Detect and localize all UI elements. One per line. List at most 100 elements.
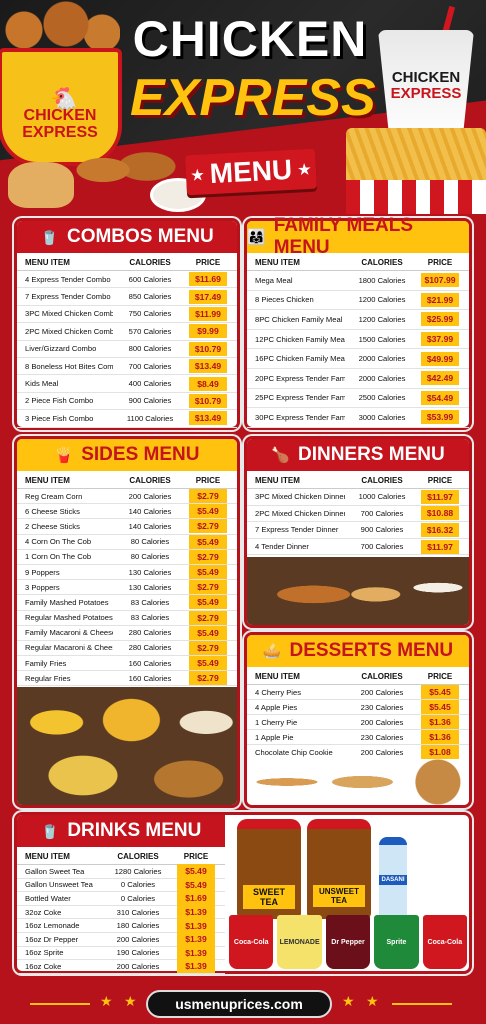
menu-row: Bottled Water 0 Calories $1.69 (17, 891, 225, 906)
item-calories: 83 Calories (130, 613, 170, 623)
item-price: $9.99 (189, 324, 227, 339)
item-price: $107.99 (421, 273, 459, 288)
menu-row: 3 Poppers 130 Calories $2.79 (17, 580, 237, 596)
item-price: $5.49 (189, 656, 227, 671)
item-calories: 200 Calories (360, 717, 404, 727)
star-icon: ★ (100, 993, 113, 1009)
menu-row: Liver/Gizzard Combo 800 Calories $10.79 (17, 341, 237, 358)
item-name: Kids Meal (25, 379, 59, 389)
item-name: 4 Corn On The Cob (25, 537, 92, 547)
item-price: $54.49 (421, 390, 459, 405)
item-name: 6 Cheese Sticks (25, 506, 80, 516)
item-name: 16oz Dr Pepper (25, 934, 79, 944)
menu-row: 1 Cherry Pie 200 Calories $1.36 (247, 715, 469, 730)
dinners-title: DINNERS MENU (297, 444, 445, 465)
item-calories: 750 Calories (128, 309, 172, 319)
menu-row: 30PC Express Tender Family Meal 3000 Calo… (247, 408, 469, 428)
item-name: Family Mashed Potatoes (25, 597, 109, 607)
item-calories: 1280 Calories (114, 866, 162, 876)
star-icon: ★ (342, 993, 355, 1009)
sides-food-image (17, 687, 237, 805)
price-cell: $42.49 (419, 371, 461, 386)
sides-panel: 🍟 SIDES MENU MENU ITEM CALORIES PRICE Reg C… (14, 436, 240, 808)
item-name: 1 Apple Pie (255, 732, 294, 742)
menu-row: Family Macaroni & Cheese 280 Calories $5.4… (17, 625, 237, 641)
drinks-panel: 🥤 DRINKS MENU MENU ITEM CALORIES PRICE Gall… (14, 812, 472, 974)
item-calories: 2500 Calories (358, 393, 406, 403)
item-name: 20PC Express Tender Family Meal (255, 373, 345, 383)
star-icon: ★ (366, 993, 379, 1009)
menu-row: 16oz Lemonade 180 Calories $1.39 (17, 918, 225, 933)
item-calories: 310 Calories (116, 907, 160, 917)
desserts-title: DESSERTS MENU (289, 640, 454, 661)
column-header-price: PRICE (427, 672, 453, 681)
item-calories: 570 Calories (128, 326, 172, 336)
price-cell: $5.49 (187, 656, 229, 671)
title-line-2: EXPRESS (130, 69, 376, 127)
dinners-column-headers: MENU ITEM CALORIES PRICE (247, 471, 469, 489)
item-calories: 0 Calories (120, 893, 156, 903)
website-link[interactable]: usmenuprices.com (146, 990, 332, 1018)
item-name: Chocolate Chip Cookie (255, 747, 333, 757)
item-calories: 200 Calories (128, 491, 172, 501)
menu-banner-text: MENU (208, 153, 293, 190)
sweet-tea-jug-image: SWEET TEA (237, 819, 301, 919)
column-header-item: MENU ITEM (25, 258, 70, 267)
menu-row: Kids Meal 400 Calories $8.49 (17, 375, 237, 393)
item-name: 2 Piece Fish Combo (25, 396, 94, 406)
price-cell: $37.99 (419, 332, 461, 347)
item-name: 3 Piece Fish Combo (25, 413, 94, 423)
menu-row: 2PC Mixed Chicken Dinner 700 Calories $10.… (247, 506, 469, 523)
price-cell: $2.79 (187, 549, 229, 564)
cup-brand-label: Coca-Cola (427, 938, 463, 946)
price-cell: $13.49 (187, 411, 229, 426)
item-calories: 700 Calories (360, 542, 404, 552)
item-price: $49.99 (421, 351, 459, 366)
item-calories: 400 Calories (128, 379, 172, 389)
drink-cup-image: Sprite (374, 915, 419, 969)
menu-banner: ★ MENU ★ (185, 148, 317, 196)
menu-row: 16oz Dr Pepper 200 Calories $1.39 (17, 932, 225, 947)
sides-title: SIDES MENU (81, 444, 200, 465)
item-calories: 280 Calories (128, 628, 172, 638)
title-line-1: CHICKEN (132, 11, 368, 67)
item-price: $2.79 (189, 671, 227, 686)
price-cell: $1.39 (175, 945, 217, 960)
column-header-calories: CALORIES (129, 476, 171, 485)
star-icon: ★ (297, 160, 312, 178)
column-header-item: MENU ITEM (255, 258, 300, 267)
price-cell: $5.45 (419, 700, 461, 714)
price-cell: $1.39 (175, 932, 217, 947)
unsweet-tea-label: UNSWEET TEA (313, 885, 365, 907)
item-price: $1.39 (177, 905, 215, 920)
item-price: $13.49 (189, 411, 227, 426)
price-cell: $1.69 (175, 891, 217, 906)
price-cell: $11.69 (187, 272, 229, 287)
price-cell: $11.97 (419, 539, 461, 554)
desserts-panel: 🥧 DESSERTS MENU MENU ITEM CALORIES PRICE 4 … (244, 632, 472, 808)
item-calories: 600 Calories (128, 274, 172, 284)
item-price: $5.49 (189, 625, 227, 640)
price-cell: $1.39 (175, 959, 217, 974)
column-header-calories: CALORIES (361, 476, 403, 485)
cup-brand-label: Dr Pepper (331, 938, 365, 946)
sweet-tea-label: SWEET TEA (243, 885, 295, 909)
price-cell: $2.79 (187, 671, 229, 686)
item-name: 16oz Sprite (25, 948, 64, 958)
menu-row: 6 Cheese Sticks 140 Calories $5.49 (17, 504, 237, 520)
menu-row: 2 Piece Fish Combo 900 Calories $10.79 (17, 393, 237, 411)
drink-cup-image: Coca-Cola (422, 915, 468, 969)
item-price: $1.36 (421, 715, 459, 729)
menu-row: 16oz Coke 200 Calories $1.39 (17, 959, 225, 974)
dinners-rows: 3PC Mixed Chicken Dinner 1000 Calories $11… (247, 489, 469, 556)
family-meals-header: 👨‍👩‍👧 FAMILY MEALS MENU (247, 215, 469, 258)
menu-row: 4 Cherry Pies 200 Calories $5.45 (247, 685, 469, 700)
menu-row: Family Fries 160 Calories $5.49 (17, 656, 237, 672)
item-calories: 140 Calories (128, 506, 172, 516)
star-icon: ★ (190, 165, 205, 183)
menu-row: 4 Tender Dinner 700 Calories $11.97 (247, 539, 469, 556)
column-header-calories: CALORIES (361, 672, 403, 681)
menu-row: 2PC Mixed Chicken Combo 570 Calories $9.99 (17, 323, 237, 341)
item-name: 4 Express Tender Combo (25, 274, 111, 284)
price-cell: $5.49 (187, 595, 229, 610)
